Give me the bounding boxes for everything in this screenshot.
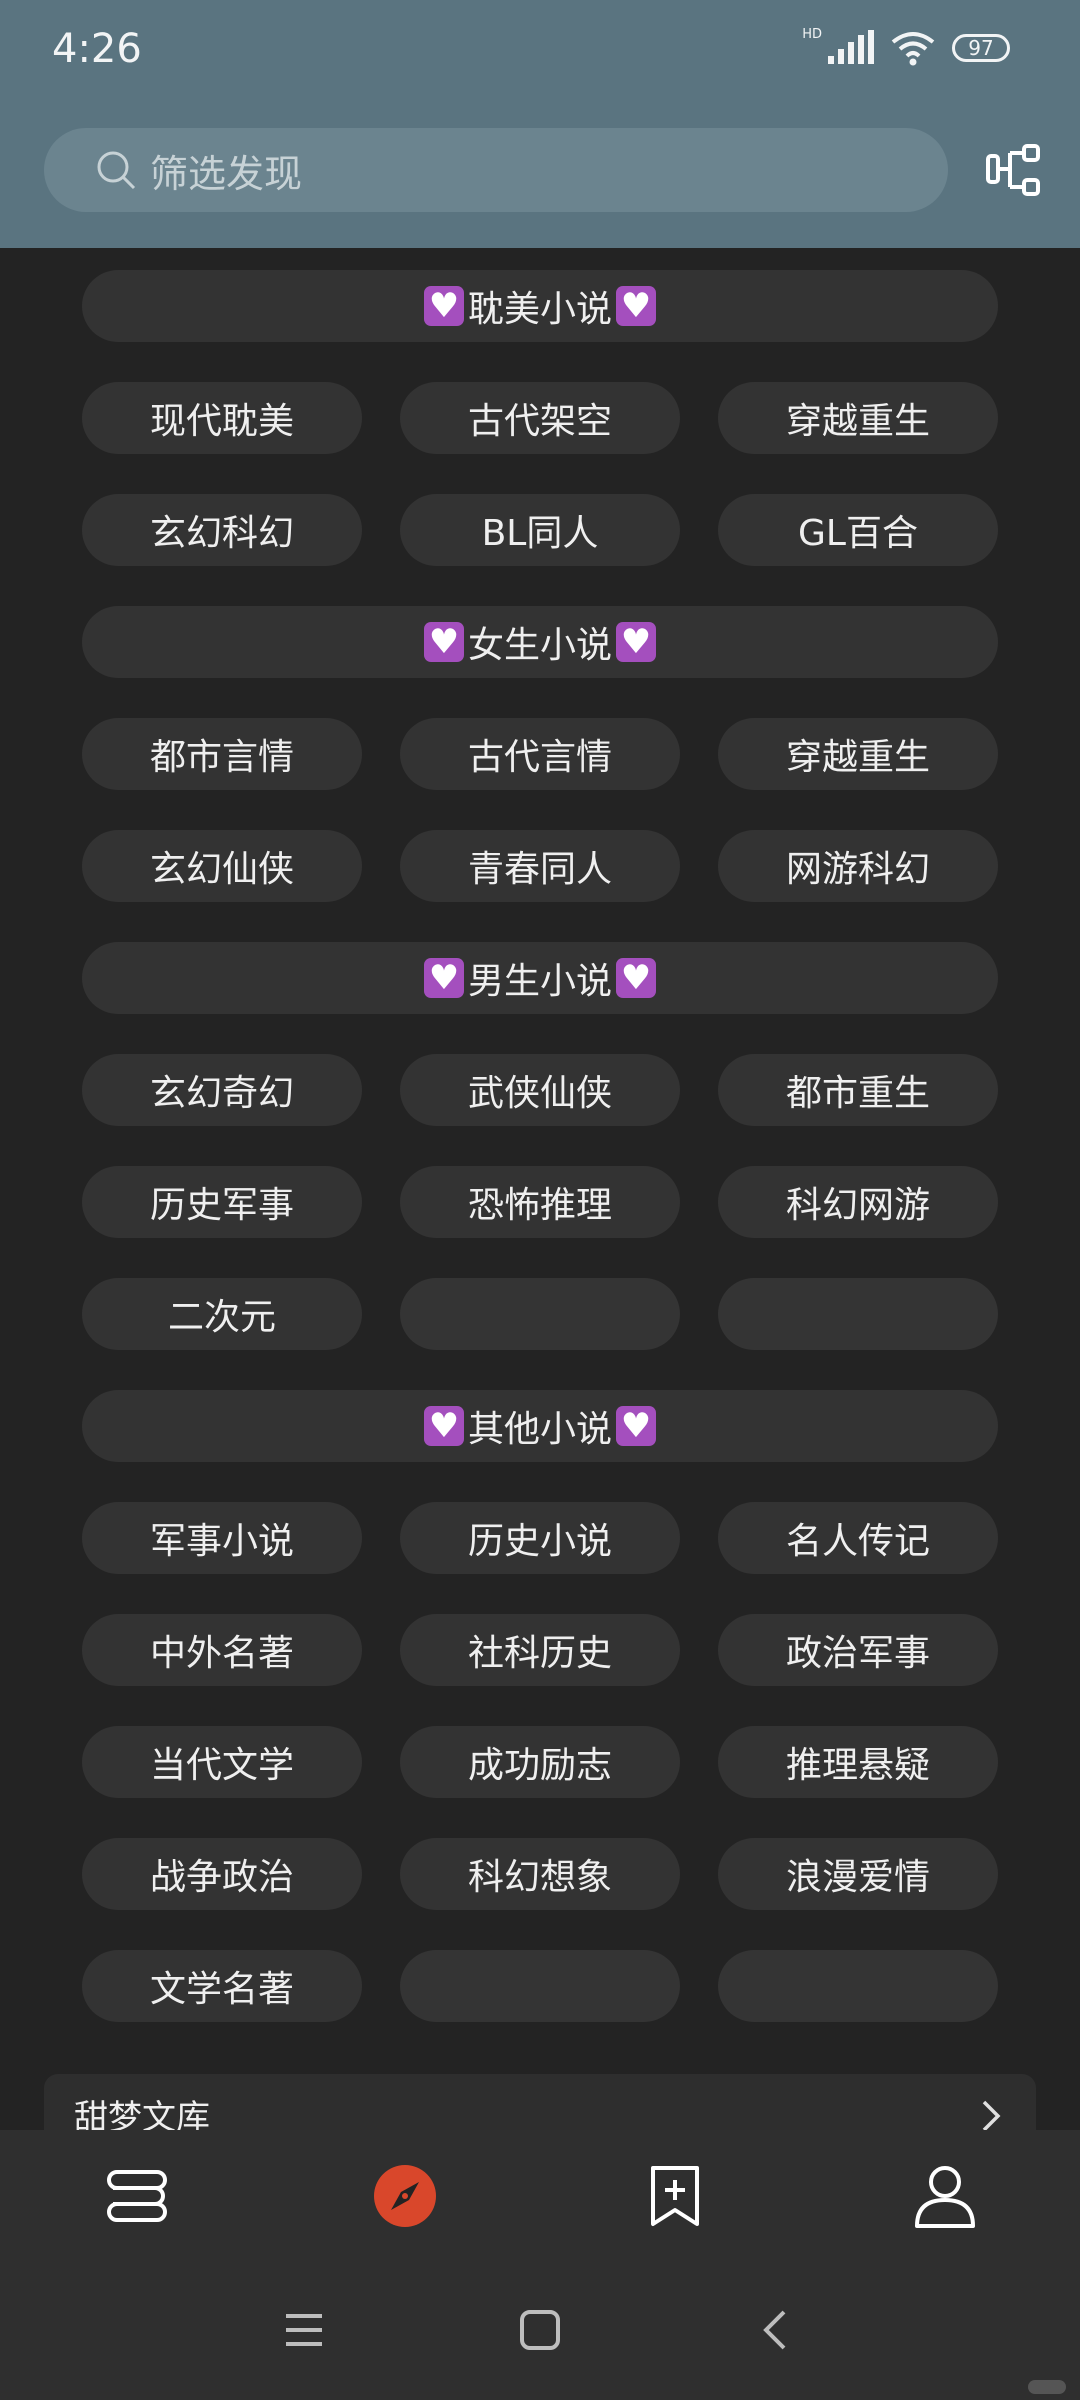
search-icon [97, 151, 136, 190]
category-chip[interactable]: 中外名著 [82, 1614, 362, 1686]
category-chip[interactable]: 二次元 [82, 1278, 362, 1350]
battery-indicator: 97 [952, 34, 1010, 62]
category-chip[interactable]: 名人传记 [718, 1502, 998, 1574]
watermark-badge [1028, 2380, 1066, 2394]
section-header-danmei[interactable]: 耽美小说 [82, 270, 998, 342]
category-chip[interactable]: 科幻网游 [718, 1166, 998, 1238]
category-chip[interactable]: 历史小说 [400, 1502, 680, 1574]
category-chip[interactable]: 玄幻奇幻 [82, 1054, 362, 1126]
menu-icon[interactable] [280, 2306, 328, 2354]
network-type-label: HD [802, 26, 822, 42]
category-chip[interactable]: 科幻想象 [400, 1838, 680, 1910]
heart-icon [616, 1406, 656, 1446]
category-chip[interactable]: 青春同人 [400, 830, 680, 902]
heart-icon [423, 622, 464, 662]
category-chip[interactable]: 浪漫爱情 [718, 1838, 998, 1910]
category-chip[interactable]: 现代耽美 [82, 382, 362, 454]
category-chip[interactable]: 穿越重生 [718, 382, 998, 454]
category-chip[interactable]: 历史军事 [82, 1166, 362, 1238]
category-chip[interactable]: 战争政治 [82, 1838, 362, 1910]
compass-icon[interactable] [369, 2160, 441, 2232]
category-chip[interactable]: 玄幻仙侠 [82, 830, 362, 902]
status-icons: HD 97 [802, 26, 1010, 66]
category-chip[interactable]: BL同人 [400, 494, 680, 566]
bottom-nav [0, 2130, 1080, 2258]
system-nav-bar [0, 2258, 1080, 2400]
back-icon[interactable] [752, 2306, 800, 2354]
heart-icon [616, 958, 656, 998]
category-chip[interactable]: 成功励志 [400, 1726, 680, 1798]
category-chip[interactable]: 玄幻科幻 [82, 494, 362, 566]
heart-icon [423, 1406, 464, 1446]
section-header-male[interactable]: 男生小说 [82, 942, 998, 1014]
bookshelf-icon[interactable] [99, 2160, 171, 2232]
category-chip[interactable]: 都市重生 [718, 1054, 998, 1126]
category-chip[interactable]: 恐怖推理 [400, 1166, 680, 1238]
category-chip[interactable]: 都市言情 [82, 718, 362, 790]
heart-icon [423, 958, 464, 998]
category-chip[interactable]: 文学名著 [82, 1950, 362, 2022]
status-time: 4:26 [52, 26, 142, 72]
profile-icon[interactable] [909, 2160, 981, 2232]
category-chip[interactable]: 政治军事 [718, 1614, 998, 1686]
category-chip[interactable]: 网游科幻 [718, 830, 998, 902]
heart-icon [616, 286, 656, 326]
category-chip[interactable]: 穿越重生 [718, 718, 998, 790]
section-header-female[interactable]: 女生小说 [82, 606, 998, 678]
heart-icon [616, 622, 656, 662]
battery-level: 97 [968, 36, 994, 60]
source-config-icon[interactable] [984, 142, 1042, 200]
category-chip[interactable]: 古代架空 [400, 382, 680, 454]
category-chip[interactable]: 推理悬疑 [718, 1726, 998, 1798]
category-chip[interactable]: GL百合 [718, 494, 998, 566]
category-chip[interactable]: 军事小说 [82, 1502, 362, 1574]
search-bar[interactable]: 筛选发现 [44, 128, 948, 212]
search-input[interactable]: 筛选发现 [150, 143, 302, 198]
section-header-other[interactable]: 其他小说 [82, 1390, 998, 1462]
category-chip[interactable]: 古代言情 [400, 718, 680, 790]
top-header: 4:26 HD 97 筛选发现 [0, 0, 1080, 248]
wifi-icon [891, 32, 935, 66]
empty-chip[interactable] [400, 1950, 680, 2022]
signal-icon [828, 30, 874, 64]
bookmark-add-icon[interactable] [639, 2160, 711, 2232]
heart-icon [423, 286, 464, 326]
category-chip[interactable]: 武侠仙侠 [400, 1054, 680, 1126]
category-chip[interactable]: 当代文学 [82, 1726, 362, 1798]
empty-chip[interactable] [718, 1278, 998, 1350]
empty-chip[interactable] [400, 1278, 680, 1350]
discover-content[interactable]: 耽美小说 现代耽美 古代架空 穿越重生 玄幻科幻 BL同人 GL百合 女生小说 … [0, 248, 1080, 2130]
home-icon[interactable] [516, 2306, 564, 2354]
category-chip[interactable]: 社科历史 [400, 1614, 680, 1686]
empty-chip[interactable] [718, 1950, 998, 2022]
